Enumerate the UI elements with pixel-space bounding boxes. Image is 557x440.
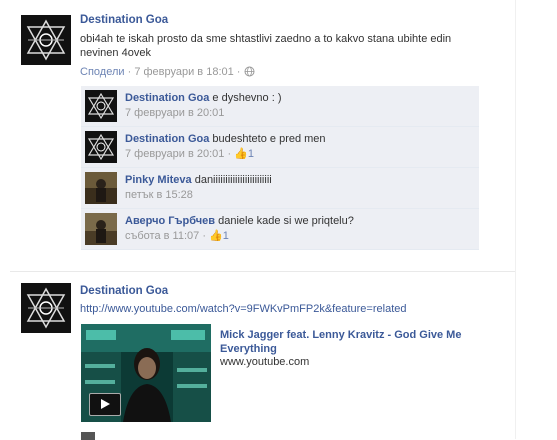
like-count[interactable]: 👍1 — [234, 148, 254, 160]
comment-meta: събота в 11:07 · 👍1 — [125, 230, 229, 242]
video-thumbnail[interactable] — [81, 324, 211, 422]
avatar[interactable] — [21, 15, 71, 65]
comment-author[interactable]: Destination Goa — [125, 133, 209, 145]
comment-text: e dyshevno : ) — [212, 92, 282, 104]
video-title[interactable]: Mick Jagger feat. Lenny Kravitz - God Gi… — [220, 328, 470, 356]
comment-item: Destination Goa e dyshevno : ) 7 февруар… — [81, 86, 479, 127]
post-timestamp[interactable]: 7 февруари в 18:01 — [134, 66, 233, 78]
post-author[interactable]: Destination Goa — [80, 285, 168, 297]
comment-text: daniele kade si we priqtelu? — [218, 215, 354, 227]
goa-logo-icon — [85, 131, 117, 163]
goa-logo-icon — [21, 15, 71, 65]
separator-dot: · — [236, 66, 241, 78]
thumbs-up-icon: 👍 — [234, 148, 248, 160]
avatar[interactable] — [85, 90, 117, 122]
comment-author[interactable]: Аверчо Гърбчев — [125, 215, 215, 227]
comment-author[interactable]: Pinky Miteva — [125, 174, 192, 186]
separator-dot: · — [227, 148, 232, 160]
feed-post: Destination Goa obi4ah te iskah prosto d… — [0, 0, 557, 270]
comment-text: daniiiiiiiiiiiiiiiiiiiiiiii — [194, 174, 272, 186]
like-count[interactable]: 👍1 — [209, 230, 229, 242]
play-icon[interactable] — [89, 393, 121, 416]
comment-time[interactable]: петък в 15:28 — [125, 189, 193, 201]
comment-meta: 7 февруари в 20:01 · 👍1 — [125, 148, 254, 160]
avatar[interactable] — [21, 283, 71, 333]
comment-time[interactable]: събота в 11:07 — [125, 230, 199, 242]
feed-post: Destination Goa http://www.youtube.com/w… — [0, 272, 557, 440]
thumbs-up-icon: 👍 — [209, 230, 223, 242]
person-photo-icon — [85, 172, 117, 204]
avatar[interactable] — [85, 172, 117, 204]
goa-logo-icon — [21, 283, 71, 333]
comment-list: Destination Goa e dyshevno : ) 7 февруар… — [81, 86, 479, 256]
post-meta: Сподели · 7 февруари в 18:01 · — [80, 66, 255, 80]
comment-item: Pinky Miteva daniiiiiiiiiiiiiiiiiiiiiiii… — [81, 168, 479, 209]
comment-author[interactable]: Destination Goa — [125, 92, 209, 104]
post-author[interactable]: Destination Goa — [80, 14, 168, 26]
globe-icon — [244, 66, 255, 80]
share-link[interactable]: Сподели — [80, 66, 125, 78]
avatar[interactable] — [85, 213, 117, 245]
separator-dot: · — [202, 230, 206, 242]
shared-link-url[interactable]: http://www.youtube.com/watch?v=9FWKvPmFP… — [80, 303, 406, 315]
separator-dot: · — [127, 66, 132, 78]
comment-time[interactable]: 7 февруари в 20:01 — [125, 107, 224, 119]
comment-text: budeshteto e pred men — [212, 133, 326, 145]
comment-item: Аверчо Гърбчев daniele kade si we priqte… — [81, 209, 479, 250]
video-domain: www.youtube.com — [220, 356, 310, 368]
person-photo-icon — [85, 213, 117, 245]
comment-item: Destination Goa budeshteto e pred men 7 … — [81, 127, 479, 168]
post-message: obi4ah te iskah prosto da sme shtastlivi… — [80, 33, 452, 59]
avatar[interactable] — [85, 131, 117, 163]
goa-logo-icon — [85, 90, 117, 122]
comment-time[interactable]: 7 февруари в 20:01 — [125, 148, 224, 160]
